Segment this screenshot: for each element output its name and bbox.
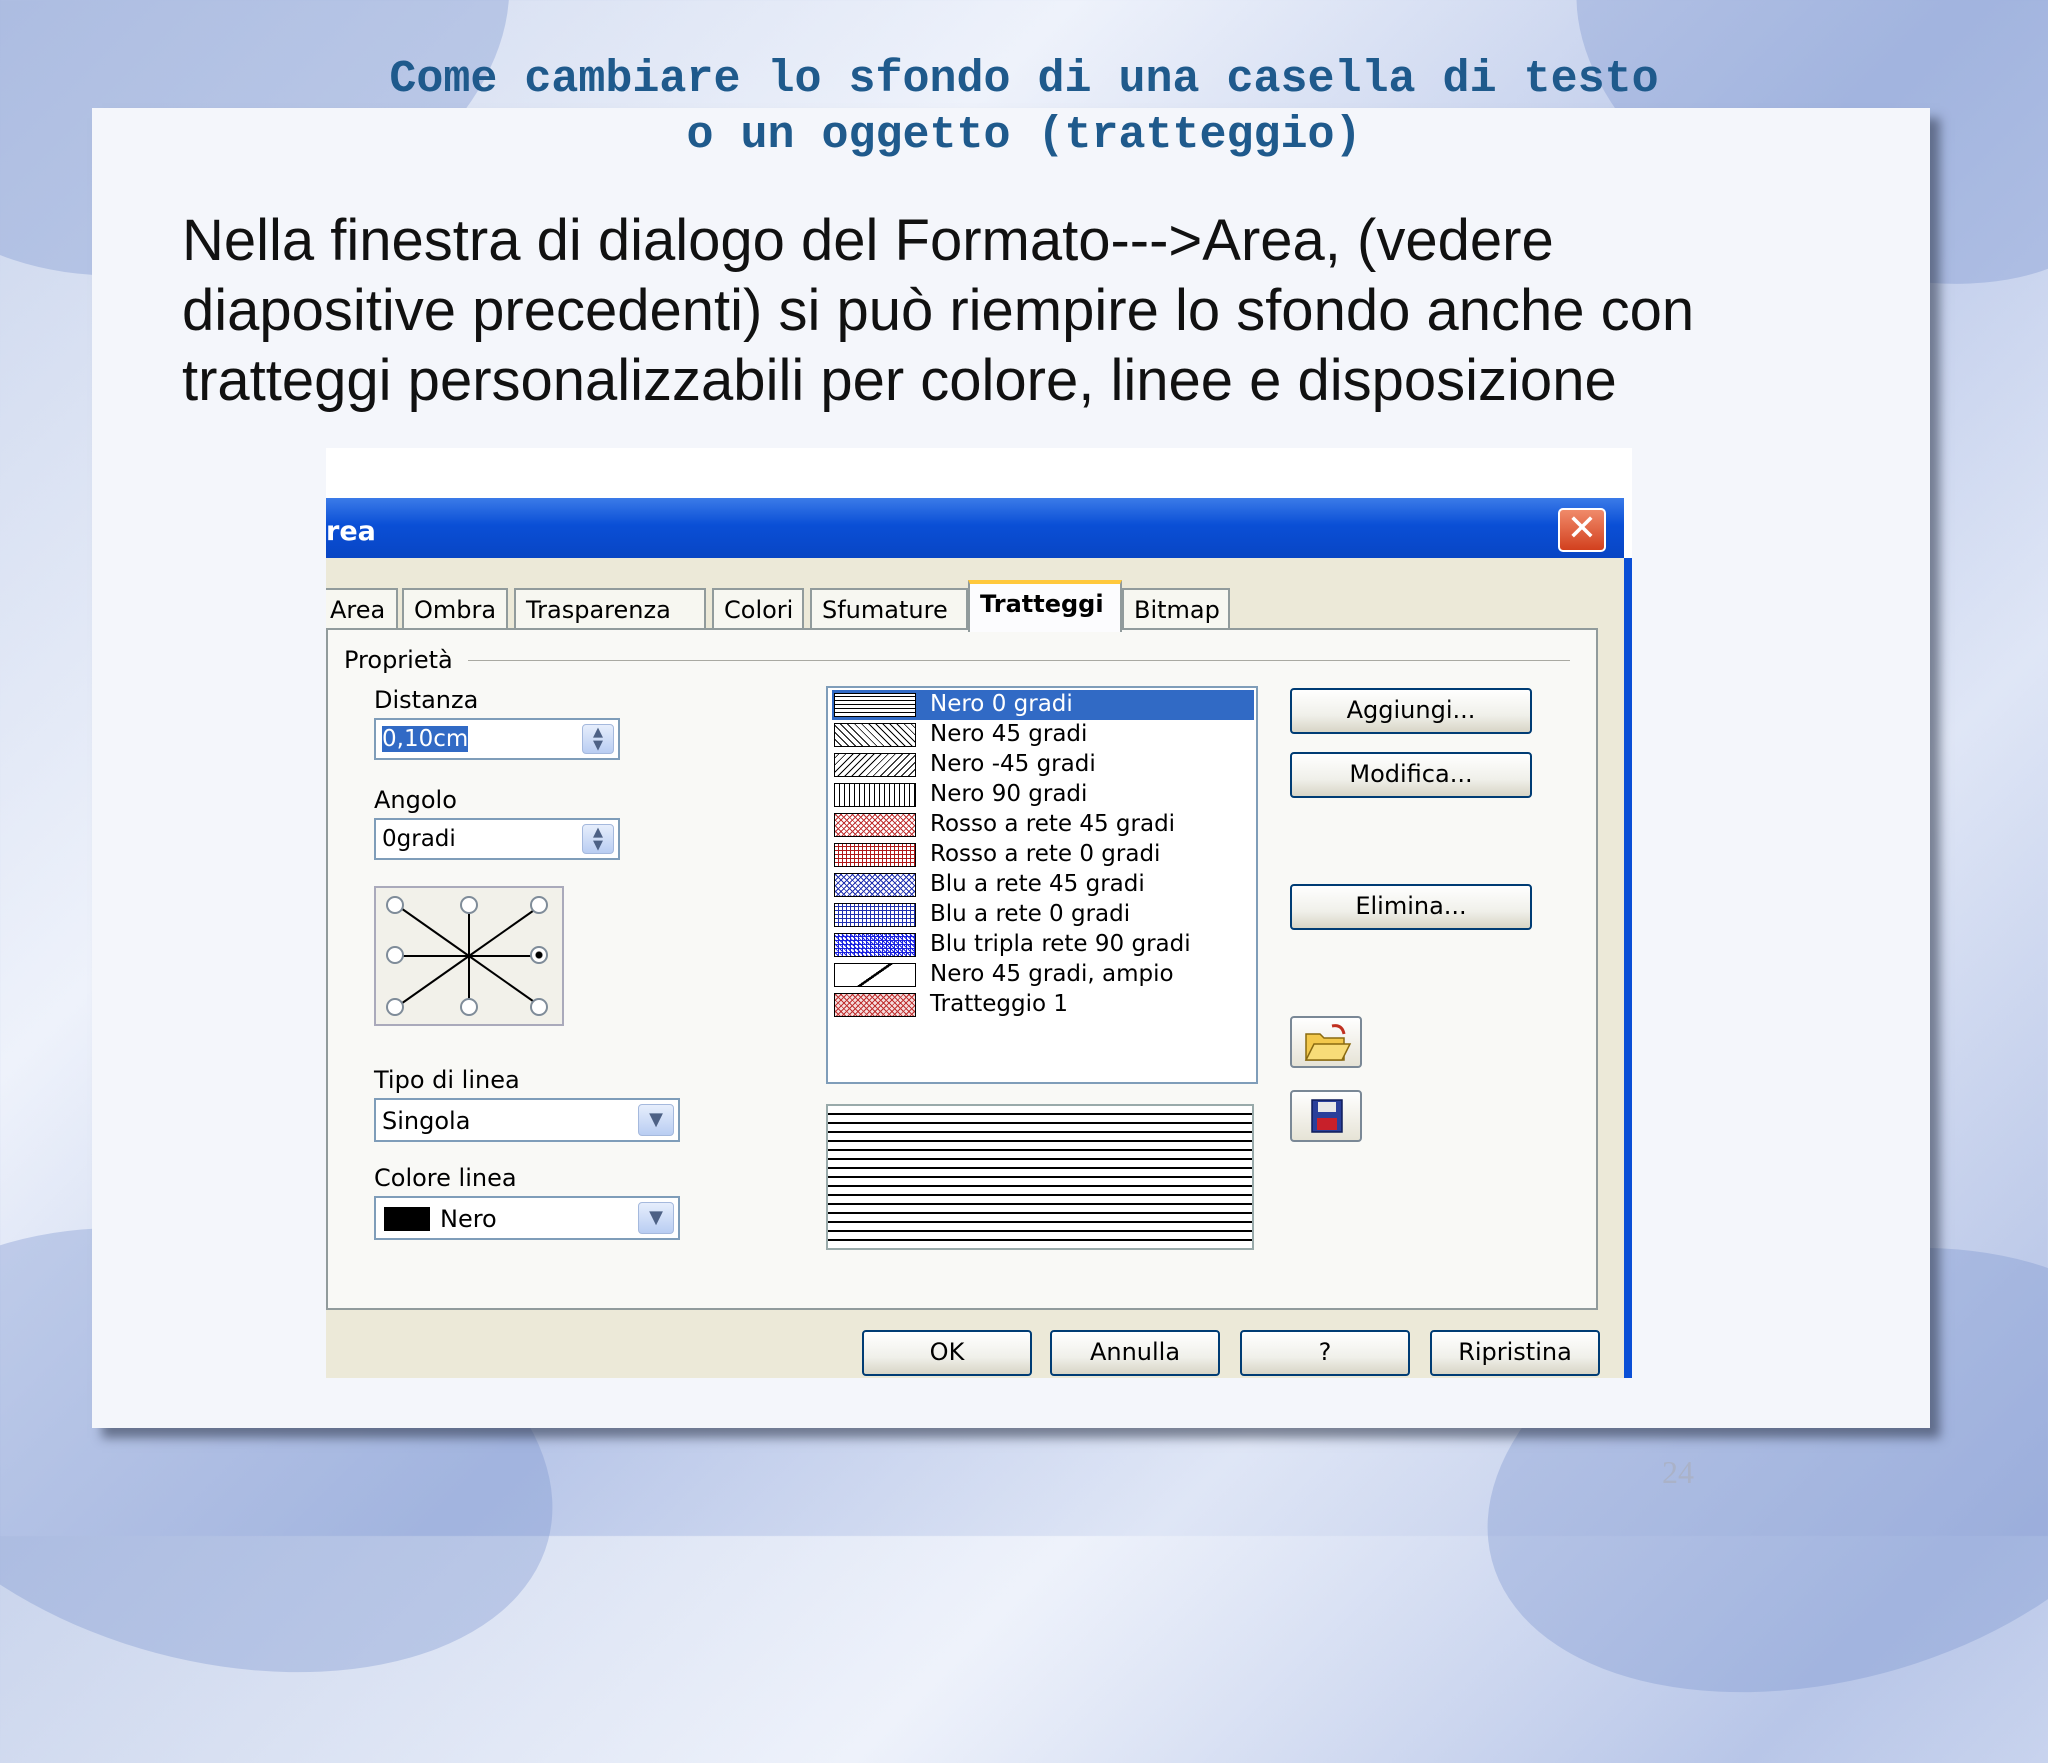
- distanza-value: 0,10cm: [382, 726, 469, 752]
- group-divider: [468, 660, 1570, 661]
- tab-ombra[interactable]: Ombra: [402, 588, 508, 630]
- angle-radio-270[interactable]: [460, 998, 478, 1016]
- tab-trasparenza[interactable]: Trasparenza: [514, 588, 706, 630]
- tab-sfumature[interactable]: Sfumature: [810, 588, 968, 630]
- distanza-label: Distanza: [374, 686, 479, 714]
- angle-radio-45[interactable]: [530, 896, 548, 914]
- tipo-linea-label: Tipo di linea: [374, 1066, 520, 1094]
- tab-colori[interactable]: Colori: [712, 588, 804, 630]
- angolo-spinner[interactable]: 0gradi ▲ ▼: [374, 818, 620, 860]
- colore-linea-select[interactable]: Nero ▼: [374, 1196, 680, 1240]
- hatch-swatch: [834, 933, 916, 957]
- hatch-swatch: [834, 843, 916, 867]
- color-swatch-nero: [384, 1207, 430, 1231]
- body-line-2: diapositive precedenti) si può riempire …: [182, 278, 1695, 343]
- save-hatch-button[interactable]: [1290, 1090, 1362, 1142]
- angle-radio-225[interactable]: [386, 998, 404, 1016]
- ripristina-button[interactable]: Ripristina: [1430, 1330, 1600, 1376]
- dialog-body: Area Ombra Trasparenza Colori Sfumature …: [326, 558, 1632, 1378]
- list-item[interactable]: Nero 0 gradi: [832, 690, 1254, 720]
- page-number: 24: [1662, 1454, 1694, 1490]
- tratteggi-tab-panel: Proprietà Distanza 0,10cm ▲ ▼ Angolo 0gra…: [326, 628, 1598, 1310]
- slide-title-line1: Come cambiare lo sfondo di una casella d…: [389, 54, 1659, 105]
- colore-linea-value: Nero: [440, 1205, 497, 1233]
- tab-bitmap[interactable]: Bitmap: [1122, 588, 1230, 630]
- angolo-value: 0gradi: [382, 826, 456, 852]
- spinner-arrows-icon[interactable]: ▲ ▼: [582, 824, 614, 854]
- hatch-swatch: [834, 903, 916, 927]
- slide-title: Come cambiare lo sfondo di una casella d…: [0, 52, 2048, 164]
- angle-radio-180[interactable]: [386, 946, 404, 964]
- list-item[interactable]: Nero 45 gradi, ampio: [832, 960, 1254, 990]
- tipo-linea-value: Singola: [382, 1107, 471, 1135]
- hatch-swatch: [834, 873, 916, 897]
- modifica-button[interactable]: Modifica...: [1290, 752, 1532, 798]
- tipo-linea-select[interactable]: Singola ▼: [374, 1098, 680, 1142]
- load-hatch-button[interactable]: [1290, 1016, 1362, 1068]
- list-item[interactable]: Rosso a rete 45 gradi: [832, 810, 1254, 840]
- hatch-swatch: [834, 693, 916, 717]
- hatch-swatch: [834, 993, 916, 1017]
- group-label-proprieta: Proprietà: [344, 646, 453, 674]
- list-item[interactable]: Nero 90 gradi: [832, 780, 1254, 810]
- elimina-button[interactable]: Elimina...: [1290, 884, 1532, 930]
- angle-radio-135[interactable]: [386, 896, 404, 914]
- save-disk-icon: [1311, 1099, 1343, 1133]
- tab-area[interactable]: Area: [326, 588, 398, 630]
- hatch-swatch: [834, 813, 916, 837]
- hatch-preview: [826, 1104, 1254, 1250]
- dialog-titlebar: [326, 498, 1624, 558]
- annulla-button[interactable]: Annulla: [1050, 1330, 1220, 1376]
- distanza-spinner[interactable]: 0,10cm ▲ ▼: [374, 718, 620, 760]
- hatch-list[interactable]: Nero 0 gradi Nero 45 gradi Nero -45 grad…: [826, 686, 1258, 1084]
- angolo-label: Angolo: [374, 786, 457, 814]
- spinner-arrows-icon[interactable]: ▲ ▼: [582, 724, 614, 754]
- list-item[interactable]: Rosso a rete 0 gradi: [832, 840, 1254, 870]
- angle-radio-315[interactable]: [530, 998, 548, 1016]
- open-folder-icon: [1304, 1024, 1352, 1061]
- tab-tratteggi[interactable]: Tratteggi: [968, 580, 1122, 632]
- chevron-down-icon[interactable]: ▼: [638, 1104, 674, 1136]
- hatch-swatch: [834, 963, 916, 987]
- list-item[interactable]: Blu a rete 0 gradi: [832, 900, 1254, 930]
- list-item[interactable]: Blu a rete 45 gradi: [832, 870, 1254, 900]
- list-item[interactable]: Blu tripla rete 90 gradi: [832, 930, 1254, 960]
- help-button[interactable]: ?: [1240, 1330, 1410, 1376]
- angle-radio-0-selected[interactable]: [530, 946, 548, 964]
- hatch-swatch: [834, 783, 916, 807]
- dialog-title: rea: [326, 516, 376, 547]
- dialog-screenshot: rea ✕ Area Ombra Trasparenza Colori Sfum…: [326, 448, 1632, 1378]
- angle-radio-90[interactable]: [460, 896, 478, 914]
- body-line-3: tratteggi personalizzabili per colore, l…: [182, 348, 1617, 413]
- angle-direction-picker[interactable]: [374, 886, 564, 1026]
- hatch-swatch: [834, 723, 916, 747]
- colore-linea-label: Colore linea: [374, 1164, 517, 1192]
- body-line-1: Nella finestra di dialogo del Formato---…: [182, 208, 1554, 273]
- aggiungi-button[interactable]: Aggiungi...: [1290, 688, 1532, 734]
- ok-button[interactable]: OK: [862, 1330, 1032, 1376]
- list-item[interactable]: Nero 45 gradi: [832, 720, 1254, 750]
- slide-body-text: Nella finestra di dialogo del Formato---…: [182, 206, 1882, 416]
- list-item[interactable]: Tratteggio 1: [832, 990, 1254, 1020]
- list-item[interactable]: Nero -45 gradi: [832, 750, 1254, 780]
- chevron-down-icon[interactable]: ▼: [638, 1202, 674, 1234]
- slide-title-line2: o un oggetto (tratteggio): [686, 110, 1362, 161]
- hatch-swatch: [834, 753, 916, 777]
- close-icon[interactable]: ✕: [1558, 508, 1606, 552]
